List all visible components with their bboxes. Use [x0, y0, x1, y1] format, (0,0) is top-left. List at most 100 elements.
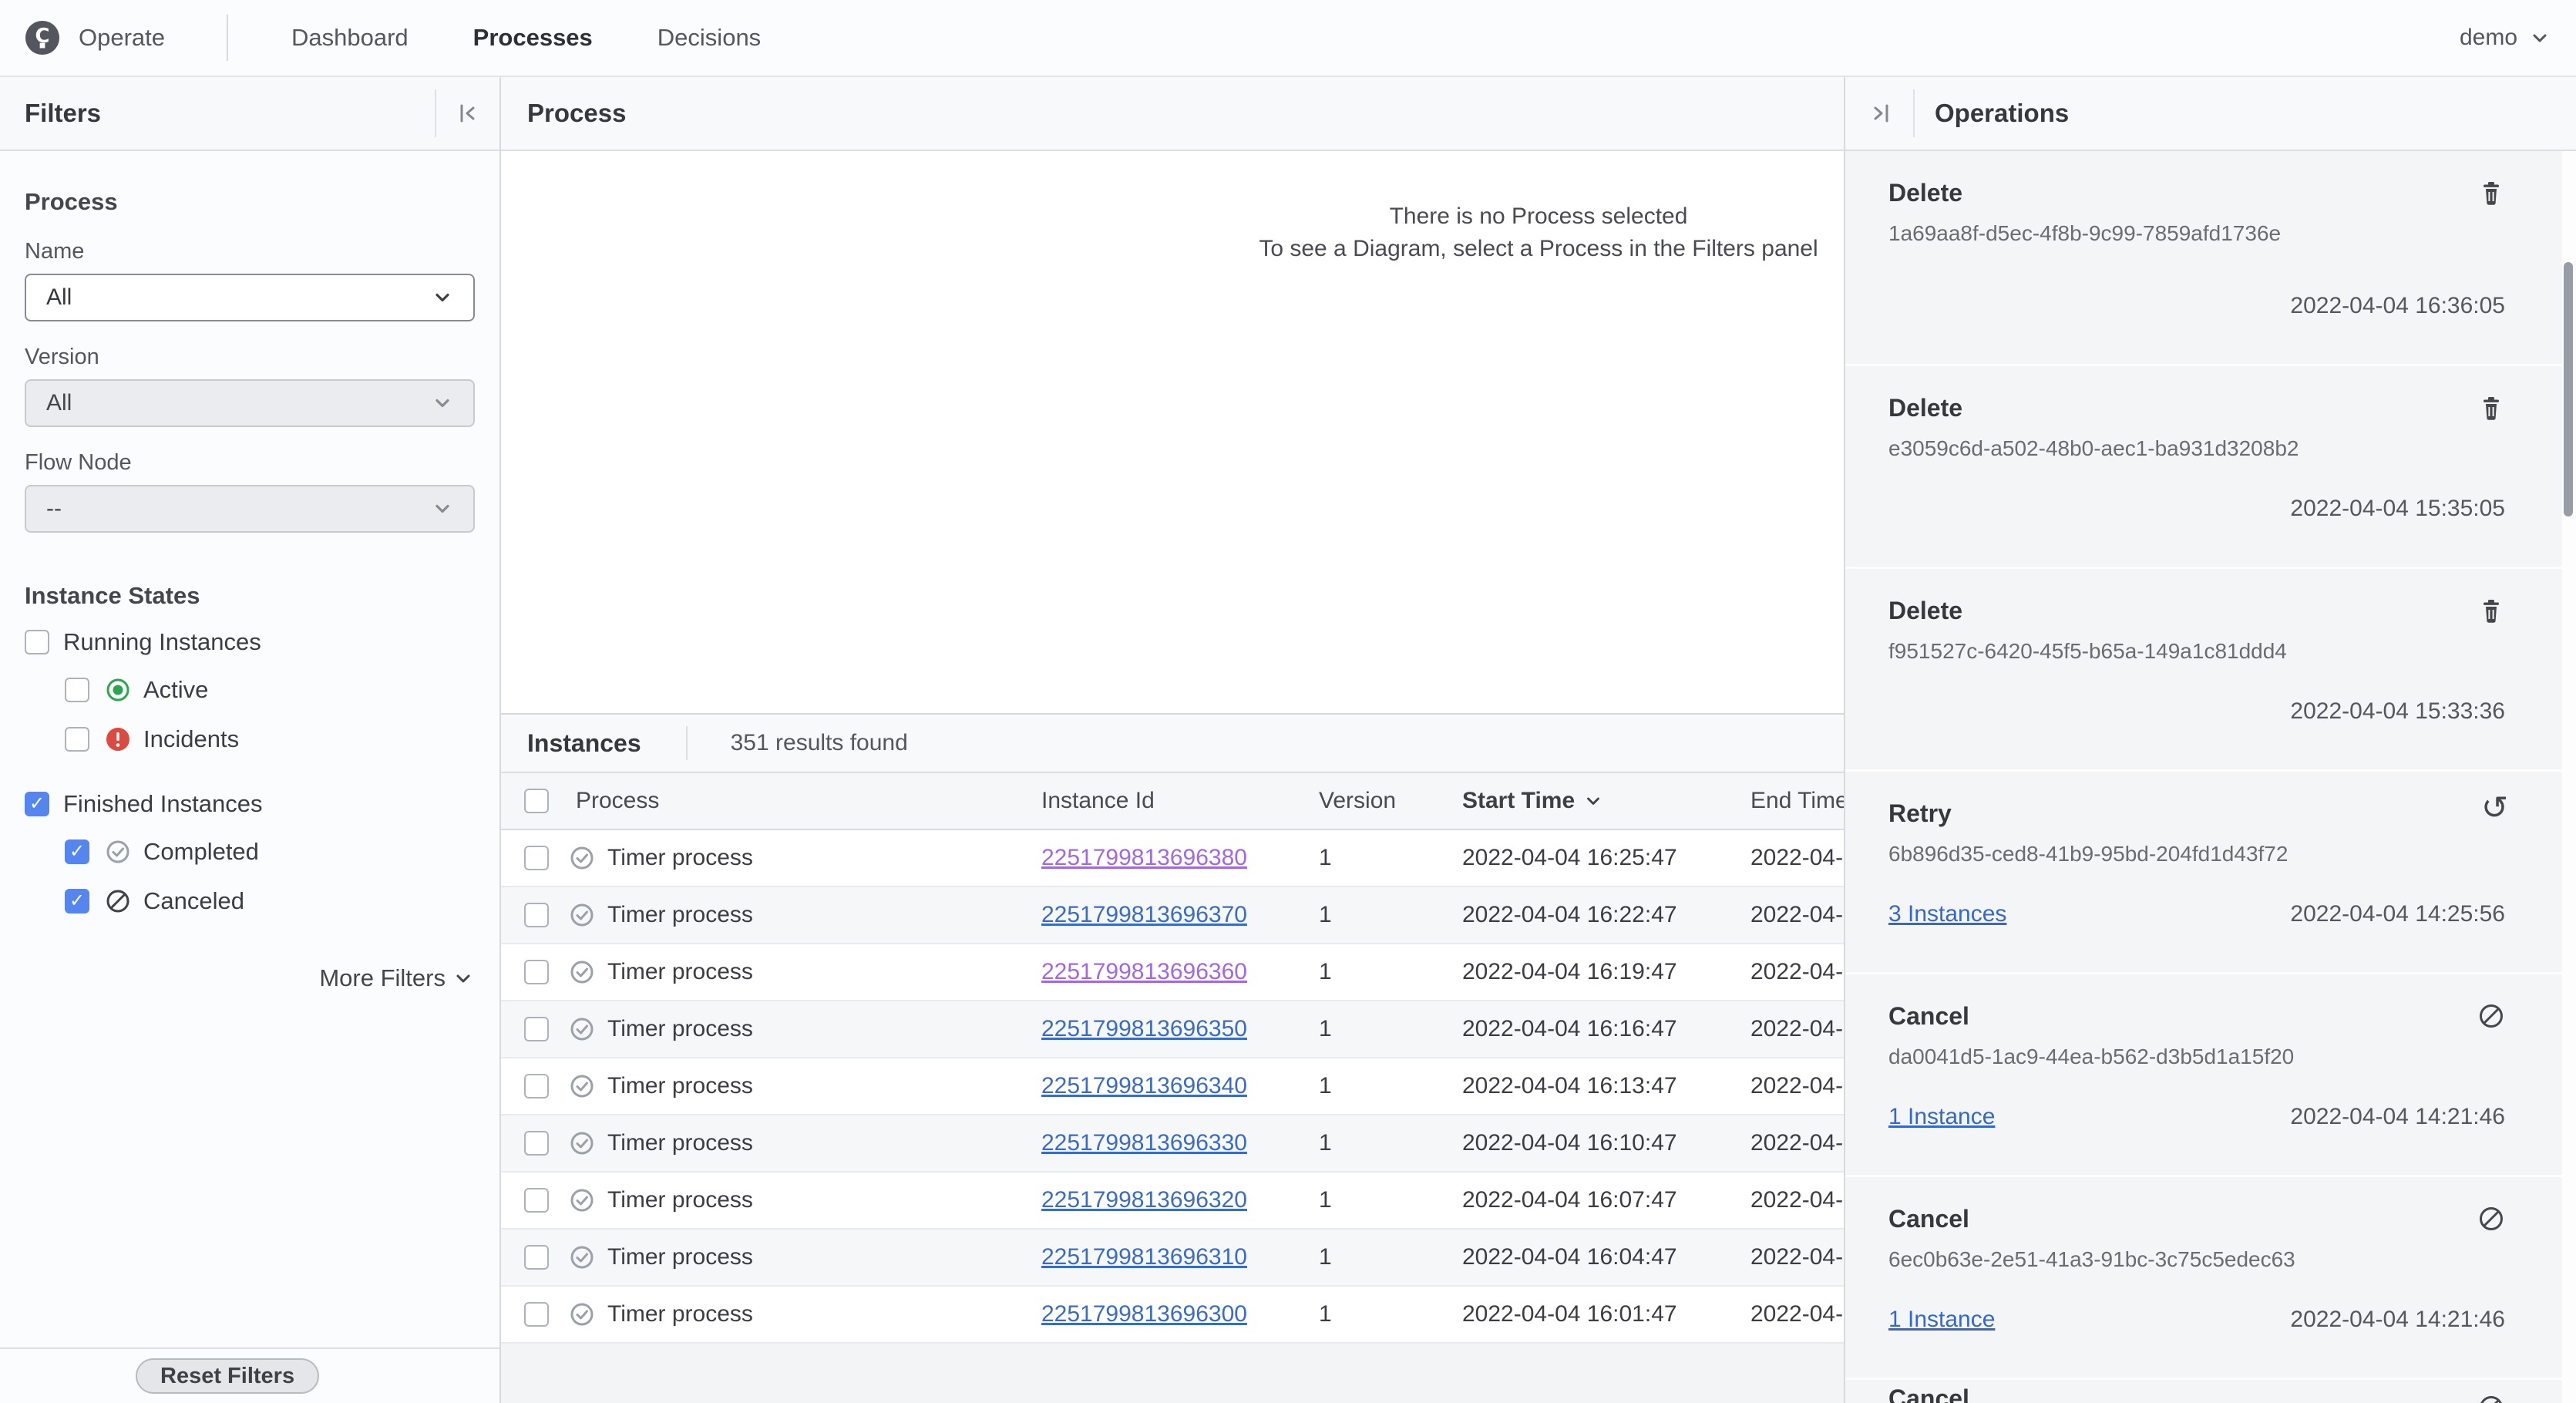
- start-time-cell: 2022-04-04 16:22:47: [1462, 902, 1750, 928]
- process-version-select[interactable]: All: [25, 379, 475, 427]
- operation-instances-link[interactable]: 1 Instance: [1888, 1104, 1995, 1130]
- process-panel-title: Process: [527, 99, 626, 128]
- header-divider: [1913, 89, 1915, 137]
- top-navigation: C Operate Dashboard Processes Decisions …: [0, 0, 2576, 77]
- completed-state-icon: [569, 845, 595, 871]
- operation-instances-link[interactable]: 1 Instance: [1888, 1307, 1995, 1333]
- operation-entry: Cancel: [1845, 1380, 2562, 1403]
- incident-state-icon: [105, 726, 131, 752]
- completed-checkbox[interactable]: [65, 839, 89, 864]
- instance-id-link[interactable]: 2251799813696310: [1041, 1244, 1247, 1270]
- row-checkbox[interactable]: [524, 1074, 549, 1099]
- start-time-cell: 2022-04-04 16:19:47: [1462, 959, 1750, 985]
- nav-tab-dashboard[interactable]: Dashboard: [291, 24, 409, 52]
- filter-active: Active: [25, 676, 475, 704]
- version-cell: 1: [1319, 902, 1462, 928]
- row-checkbox[interactable]: [524, 960, 549, 984]
- operation-id: 6ec0b63e-2e51-41a3-91bc-3c75c5edec63: [1888, 1247, 2505, 1272]
- process-name-select[interactable]: All: [25, 274, 475, 321]
- filter-canceled: Canceled: [25, 887, 475, 915]
- more-filters-toggle[interactable]: More Filters: [25, 964, 473, 992]
- trash-icon: [2477, 597, 2505, 624]
- operation-id: 6b896d35-ced8-41b9-95bd-204fd1d43f72: [1888, 842, 2505, 866]
- operation-action: Cancel: [1888, 1205, 2505, 1233]
- row-checkbox[interactable]: [524, 1188, 549, 1213]
- nav-tab-decisions[interactable]: Decisions: [657, 24, 761, 52]
- instance-id-link[interactable]: 2251799813696340: [1041, 1073, 1247, 1099]
- operation-action: Retry: [1888, 799, 2505, 828]
- version-cell: 1: [1319, 1301, 1462, 1327]
- completed-state-icon: [569, 1073, 595, 1099]
- row-checkbox[interactable]: [524, 1302, 549, 1327]
- row-checkbox[interactable]: [524, 846, 549, 870]
- reset-filters-button[interactable]: Reset Filters: [136, 1358, 319, 1394]
- finished-instances-checkbox[interactable]: [25, 792, 49, 816]
- instance-id-link[interactable]: 2251799813696350: [1041, 1016, 1247, 1041]
- operation-instances-link[interactable]: 3 Instances: [1888, 901, 2006, 927]
- row-checkbox[interactable]: [524, 903, 549, 927]
- canceled-state-icon: [105, 888, 131, 914]
- nav-tab-processes[interactable]: Processes: [473, 24, 593, 52]
- flow-node-value: --: [46, 496, 432, 522]
- filter-running-instances: Running Instances: [25, 628, 475, 656]
- user-menu[interactable]: demo: [2460, 25, 2550, 51]
- column-header-version: Version: [1319, 788, 1462, 814]
- flow-node-select[interactable]: --: [25, 485, 475, 533]
- operation-action: Cancel: [1888, 1002, 2505, 1031]
- canceled-label: Canceled: [143, 887, 244, 915]
- operations-scrollbar[interactable]: [2564, 262, 2573, 516]
- operation-entry: Retry 6b896d35-ced8-41b9-95bd-204fd1d43f…: [1845, 772, 2562, 972]
- filters-body: Process Name All Version All Flow Node: [0, 188, 499, 992]
- incidents-checkbox[interactable]: [65, 727, 89, 752]
- collapse-right-icon: [1868, 100, 1894, 126]
- process-name-cell: Timer process: [607, 845, 1041, 871]
- operation-id: e3059c6d-a502-48b0-aec1-ba931d3208b2: [1888, 436, 2505, 461]
- row-checkbox[interactable]: [524, 1131, 549, 1156]
- operation-entry: Delete e3059c6d-a502-48b0-aec1-ba931d320…: [1845, 366, 2562, 567]
- incidents-label: Incidents: [143, 725, 239, 753]
- sort-desc-icon: [1584, 792, 1602, 810]
- instance-id-link[interactable]: 2251799813696370: [1041, 902, 1247, 927]
- collapse-left-icon: [455, 100, 481, 126]
- chevron-down-icon: [432, 392, 453, 414]
- camunda-logo-icon: C: [25, 20, 60, 56]
- process-name-value: All: [46, 284, 432, 311]
- process-group-label: Process: [25, 188, 475, 216]
- operation-id: f951527c-6420-45f5-b65a-149a1c81ddd4: [1888, 639, 2505, 664]
- version-cell: 1: [1319, 1187, 1462, 1213]
- column-header-start-time[interactable]: Start Time: [1462, 788, 1750, 814]
- active-checkbox[interactable]: [65, 678, 89, 702]
- column-header-instance-id: Instance Id: [1041, 788, 1319, 814]
- instance-id-link[interactable]: 2251799813696300: [1041, 1301, 1247, 1327]
- running-instances-checkbox[interactable]: [25, 630, 49, 654]
- filter-completed: Completed: [25, 838, 475, 866]
- start-time-cell: 2022-04-04 16:07:47: [1462, 1187, 1750, 1213]
- completed-state-icon: [105, 839, 131, 865]
- canceled-checkbox[interactable]: [65, 889, 89, 913]
- collapse-operations-button[interactable]: [1861, 77, 1901, 150]
- filters-panel-header: Filters: [0, 77, 499, 151]
- collapse-filters-button[interactable]: [436, 76, 499, 150]
- start-time-cell: 2022-04-04 16:13:47: [1462, 1073, 1750, 1099]
- version-cell: 1: [1319, 1130, 1462, 1156]
- process-name-cell: Timer process: [607, 1301, 1041, 1327]
- filters-title: Filters: [25, 99, 101, 128]
- filter-incidents: Incidents: [25, 725, 475, 753]
- process-name-cell: Timer process: [607, 1244, 1041, 1270]
- finished-instances-label: Finished Instances: [63, 790, 262, 818]
- row-checkbox[interactable]: [524, 1245, 549, 1270]
- row-checkbox[interactable]: [524, 1017, 549, 1041]
- cancel-icon: [2477, 1394, 2505, 1403]
- filters-footer: Reset Filters: [0, 1347, 499, 1403]
- instance-id-link[interactable]: 2251799813696380: [1041, 845, 1247, 870]
- chevron-down-icon: [453, 968, 473, 988]
- flow-node-label: Flow Node: [25, 450, 475, 476]
- instance-id-link[interactable]: 2251799813696330: [1041, 1130, 1247, 1156]
- chevron-down-icon: [2530, 28, 2550, 48]
- trash-icon: [2477, 179, 2505, 207]
- instance-id-link[interactable]: 2251799813696360: [1041, 959, 1247, 984]
- start-time-cell: 2022-04-04 16:01:47: [1462, 1301, 1750, 1327]
- select-all-checkbox[interactable]: [524, 789, 549, 813]
- instance-id-link[interactable]: 2251799813696320: [1041, 1187, 1247, 1213]
- version-cell: 1: [1319, 959, 1462, 985]
